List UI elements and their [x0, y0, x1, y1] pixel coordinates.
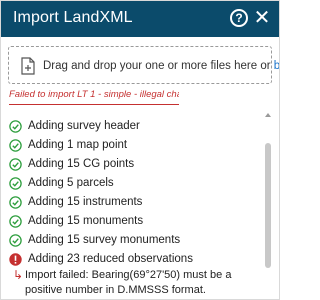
file-icon	[21, 57, 35, 75]
log-item-text: Adding 5 parcels	[28, 177, 114, 189]
error-alert-icon	[9, 253, 22, 266]
help-button[interactable]: ?	[230, 9, 248, 27]
failed-file-message: Failed to import LT 1 - simple - illegal…	[9, 89, 179, 105]
dropzone-instructions: Drag and drop your one or more files her…	[43, 60, 271, 72]
success-check-icon	[9, 120, 22, 133]
import-landxml-dialog: Import LandXML ? ✕ Drag and drop your on…	[0, 0, 280, 300]
log-item-text: Adding 15 instruments	[28, 196, 143, 208]
log-item-text: Adding 15 CG points	[28, 158, 135, 170]
success-check-icon	[9, 158, 22, 171]
scrollbar-thumb[interactable]	[265, 143, 271, 268]
log-scrollbar[interactable]	[264, 113, 272, 299]
browse-link[interactable]: browse	[274, 60, 279, 72]
success-check-icon	[9, 139, 22, 152]
close-button[interactable]: ✕	[251, 7, 273, 29]
log-item-text: Adding 1 map point	[28, 139, 128, 151]
dropzone-text: Drag and drop your one or more files her…	[43, 58, 279, 74]
log-item-text: Adding 15 survey monuments	[28, 234, 181, 246]
import-error-text: Import failed: Bearing(69°27'50) must be…	[25, 269, 232, 296]
log-item-text: Adding 23 reduced observations	[28, 253, 193, 265]
log-item-text: Adding 15 monuments	[28, 215, 144, 227]
success-check-icon	[9, 196, 22, 209]
success-check-icon	[9, 177, 22, 190]
success-check-icon	[9, 215, 22, 228]
scroll-up-icon[interactable]	[265, 113, 271, 117]
dialog-titlebar: Import LandXML ? ✕	[1, 1, 279, 37]
dialog-title: Import LandXML	[13, 9, 133, 26]
file-dropzone[interactable]: Drag and drop your one or more files her…	[8, 46, 279, 84]
log-item-text: Adding survey header	[28, 120, 140, 132]
success-check-icon	[9, 234, 22, 247]
sub-arrow-icon: ↳	[13, 268, 24, 282]
